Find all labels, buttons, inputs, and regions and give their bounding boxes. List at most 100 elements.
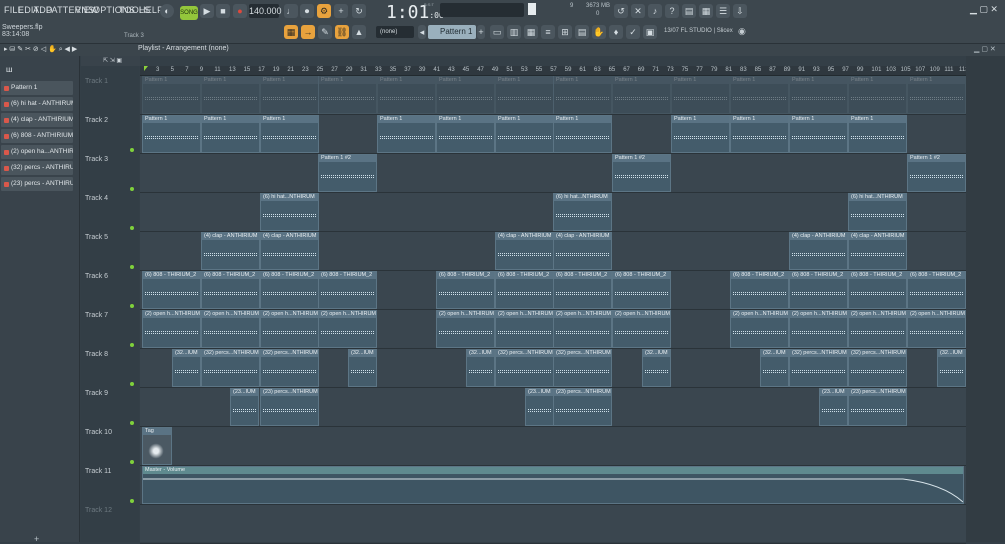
clip[interactable]: (6) hi hat...NTHIRUM [260,193,319,231]
clip[interactable]: Pattern 1 [142,76,201,114]
window-controls[interactable]: ▁ ▢ ✕ [970,4,998,15]
track-7-lane[interactable]: (2) open h...NTHIRUM (2) open h...NTHIRUM… [140,310,966,349]
clip[interactable]: Pattern 1 [789,76,848,114]
playlist-grid[interactable]: Pattern 1 Pattern 1 Pattern 1 Pattern 1 Patt… [140,76,966,544]
clip[interactable]: (23) percs...NTHIRUM [260,388,319,426]
track-1-name[interactable]: Track 1 [85,78,108,85]
clip[interactable]: (6) 808 - THIRIUM_2 [495,271,554,309]
clip[interactable]: (23) percs...NTHIRUM [848,388,907,426]
track-11-mute-led[interactable] [130,499,134,503]
view-script-icon[interactable]: ✓ [626,25,640,39]
track-8-mute-led[interactable] [130,382,134,386]
clip[interactable]: (23) percs...NTHIRUM [553,388,612,426]
clip[interactable]: (6) 808 - THIRIUM_2 [201,271,260,309]
track-2-mute-led[interactable] [130,148,134,152]
clip[interactable]: Pattern 1 [377,115,436,153]
pattern-item-3[interactable]: (4) clap - ANTHIRIUM [1,113,73,127]
clip[interactable]: (2) open h...NTHIRUM [142,310,201,348]
add-icon[interactable]: + [34,534,39,544]
clip[interactable]: Pattern 1 [907,76,966,114]
clip[interactable]: (2) open h...NTHIRUM [907,310,966,348]
metronome-icon[interactable]: ♩ [284,4,298,18]
song-mode-button[interactable]: SONG [180,6,198,20]
clip[interactable]: (32) percs...NTHIRUM [789,349,848,387]
pattern-selector[interactable]: Pattern 1 [428,25,476,39]
clip[interactable]: (4) clap - ANTHIRIUM [260,232,319,270]
clip[interactable]: Pattern 1 [730,115,789,153]
track-9-lane[interactable]: (23...IUM (23) percs...NTHIRUM (23...IUM (2… [140,388,966,427]
track-4-mute-led[interactable] [130,226,134,230]
help-icon[interactable]: ? [665,4,679,18]
snap-select[interactable]: (none) [376,26,414,38]
playlist-window-controls[interactable]: ▁ ▢ ✕ [974,45,996,53]
view-pianoroll-icon[interactable]: ▥ [507,25,521,39]
clip[interactable]: Pattern 1 [436,115,495,153]
pattern-item-1[interactable]: Pattern 1 [1,81,73,95]
clip[interactable]: (6) 808 - THIRIUM_2 [612,271,671,309]
track-6-lane[interactable]: (6) 808 - THIRIUM_2 (6) 808 - THIRIUM_2 (6… [140,271,966,310]
shop-icon[interactable]: ▣ [643,25,657,39]
track-6-mute-led[interactable] [130,304,134,308]
track-8-name[interactable]: Track 8 [85,351,108,358]
browser-menu-icon[interactable]: ш [6,65,12,74]
clip[interactable]: Pattern 1 [671,115,730,153]
clip[interactable]: Pattern 1 [553,115,612,153]
clip[interactable]: Pattern 1 [201,115,260,153]
clip[interactable]: (23...IUM [230,388,259,426]
globe-icon[interactable]: ◉ [738,26,746,37]
link-icon[interactable]: ⛓ [335,25,349,39]
clip[interactable]: Pattern 1 #2 [318,154,377,192]
track-7-name[interactable]: Track 7 [85,312,108,319]
clip[interactable]: (23...IUM [525,388,554,426]
playlist-button-icon[interactable]: ▦ [284,25,298,39]
clip[interactable]: (32) percs...NTHIRUM [260,349,319,387]
clip[interactable]: (2) open h...NTHIRUM [436,310,495,348]
clip[interactable]: (6) 808 - THIRIUM_2 [142,271,201,309]
clip[interactable]: Pattern 1 [789,115,848,153]
clip[interactable]: (32) percs...NTHIRUM [553,349,612,387]
clip[interactable]: Pattern 1 [495,76,554,114]
clip[interactable]: (23...IUM [819,388,848,426]
track-10-lane[interactable]: Tag [140,427,966,466]
clip[interactable]: Pattern 1 [553,76,612,114]
clip[interactable]: (4) clap - ANTHIRIUM [495,232,554,270]
record-mode-icon[interactable]: ◐ [160,4,174,18]
track-5-lane[interactable]: (4) clap - ANTHIRIUM (4) clap - ANTHIRIUM… [140,232,966,271]
clip[interactable]: (6) 808 - THIRIUM_2 [730,271,789,309]
automation-clip[interactable]: Master - Volume [142,466,964,504]
clip[interactable]: (6) 808 - THIRIUM_2 [318,271,377,309]
clip[interactable]: (32...IUM [760,349,789,387]
timeline-ruler[interactable]: 3 5 7 9 11 13 15 17 19 21 23 25 27 29 31 33 35 37 39 41 43 45… [140,66,1005,76]
clip[interactable]: (2) open h...NTHIRUM [201,310,260,348]
track-11-name[interactable]: Track 11 [85,468,111,475]
view-tuner-icon[interactable]: ♦ [609,25,623,39]
clip[interactable]: (32) percs...NTHIRUM [495,349,554,387]
clip[interactable]: (32...IUM [642,349,671,387]
clip[interactable]: (4) clap - ANTHIRIUM [201,232,260,270]
play-button[interactable]: ▶ [200,4,214,18]
clip[interactable]: Pattern 1 [377,76,436,114]
clip[interactable]: (2) open h...NTHIRUM [553,310,612,348]
track-2-name[interactable]: Track 2 [85,117,108,124]
wait-input-icon[interactable]: ⏺ [300,4,314,18]
clip[interactable]: (2) open h...NTHIRUM [730,310,789,348]
clip[interactable]: Pattern 1 [671,76,730,114]
view-channelrack-icon[interactable]: ▦ [524,25,538,39]
prev-pattern-icon[interactable]: ◂ [418,25,426,39]
microphone-icon[interactable]: ♪ [648,4,662,18]
track-12-name[interactable]: Track 12 [85,507,112,514]
clip[interactable]: (32...IUM [348,349,377,387]
track-10-mute-led[interactable] [130,460,134,464]
pattern-item-2[interactable]: (6) hi hat - ANTHIRUM [1,97,73,111]
save-icon[interactable]: ▤ [682,4,696,18]
clip[interactable]: (6) hi hat...NTHIRUM [553,193,612,231]
track-4-lane[interactable]: (6) hi hat...NTHIRUM (6) hi hat...NTHIRUM… [140,193,966,232]
clip[interactable]: (6) 808 - THIRIUM_2 [848,271,907,309]
clip[interactable]: (4) clap - ANTHIRIUM [553,232,612,270]
track-5-name[interactable]: Track 5 [85,234,108,241]
clip[interactable]: (6) 808 - THIRIUM_2 [907,271,966,309]
brush-icon[interactable]: ✎ [318,25,332,39]
news-ticker[interactable]: 13/07 FL STUDIO | Slicex [664,28,733,34]
clip[interactable]: Pattern 1 [730,76,789,114]
track-9-mute-led[interactable] [130,421,134,425]
